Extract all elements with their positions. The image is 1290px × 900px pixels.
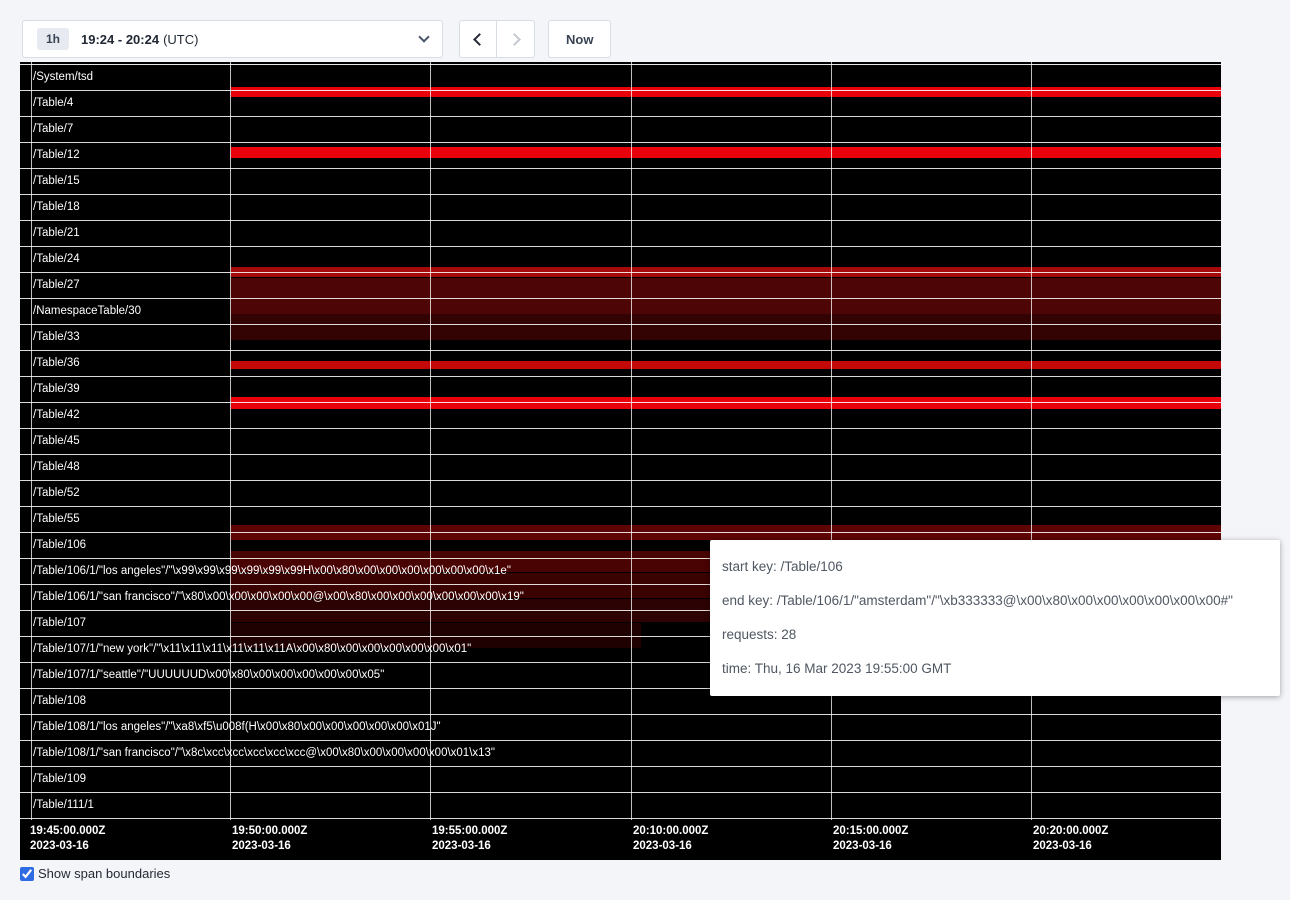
range-times: 19:24 - 20:24 xyxy=(81,32,159,47)
span-row[interactable]: /Table/55 xyxy=(20,507,1221,533)
span-row-label: /Table/7 xyxy=(20,117,73,142)
tick-date: 2023-03-16 xyxy=(1033,839,1108,854)
prev-time-button[interactable] xyxy=(459,20,497,58)
tick-time: 19:55:00.000Z xyxy=(432,824,507,839)
tick-date: 2023-03-16 xyxy=(30,839,105,854)
x-axis-tick: 20:10:00.000Z2023-03-16 xyxy=(633,824,708,854)
span-row[interactable]: /System/tsd xyxy=(20,65,1221,91)
tick-time: 19:50:00.000Z xyxy=(232,824,307,839)
tick-time: 20:10:00.000Z xyxy=(633,824,708,839)
span-row-label: /Table/4 xyxy=(20,91,73,116)
tick-date: 2023-03-16 xyxy=(232,839,307,854)
tick-time: 19:45:00.000Z xyxy=(30,824,105,839)
tooltip-line: end key: /Table/106/1/"amsterdam"/"\xb33… xyxy=(722,584,1268,618)
span-row-label: /Table/52 xyxy=(20,481,80,506)
span-row[interactable]: /Table/42 xyxy=(20,403,1221,429)
span-row[interactable]: /Table/7 xyxy=(20,117,1221,143)
span-row-label: /System/tsd xyxy=(20,65,93,90)
span-row-label: /Table/106/1/"los angeles"/"\x99\x99\x99… xyxy=(20,559,511,584)
time-toolbar: 1h 19:24 - 20:24 (UTC) Now xyxy=(22,20,611,58)
span-row-label: /Table/111/1 xyxy=(20,793,94,818)
range-preset-badge: 1h xyxy=(37,28,69,50)
chevron-left-icon xyxy=(473,33,486,46)
span-row-label: /Table/45 xyxy=(20,429,80,454)
span-row[interactable]: /Table/109 xyxy=(20,767,1221,793)
hover-tooltip: start key: /Table/106end key: /Table/106… xyxy=(710,540,1280,696)
span-row-label: /Table/21 xyxy=(20,221,80,246)
span-row-label: /Table/107/1/"seattle"/"UUUUUUD\x00\x80\… xyxy=(20,663,384,688)
key-visualizer-canvas[interactable]: /System/tsd/Table/4/Table/7/Table/12/Tab… xyxy=(20,62,1221,860)
span-row-label: /Table/42 xyxy=(20,403,80,428)
span-row-label: /Table/109 xyxy=(20,767,86,792)
chevron-right-icon xyxy=(508,33,521,46)
span-row[interactable]: /Table/48 xyxy=(20,455,1221,481)
span-row[interactable]: /Table/33 xyxy=(20,325,1221,351)
span-row-label: /NamespaceTable/30 xyxy=(20,299,141,324)
span-row[interactable]: /Table/108/1/"san francisco"/"\x8c\xcc\x… xyxy=(20,741,1221,767)
span-row-label: /Table/108/1/"los angeles"/"\xa8\xf5\u00… xyxy=(20,715,441,740)
span-row[interactable]: /Table/15 xyxy=(20,169,1221,195)
span-row[interactable]: /Table/39 xyxy=(20,377,1221,403)
x-axis-tick: 19:45:00.000Z2023-03-16 xyxy=(30,824,105,854)
now-button[interactable]: Now xyxy=(548,20,611,58)
span-row[interactable]: /Table/12 xyxy=(20,143,1221,169)
span-row[interactable]: /NamespaceTable/30 xyxy=(20,299,1221,325)
span-row-label: /Table/18 xyxy=(20,195,80,220)
span-row[interactable]: /Table/24 xyxy=(20,247,1221,273)
chevron-down-icon xyxy=(418,31,429,42)
span-row-label: /Table/33 xyxy=(20,325,80,350)
show-span-boundaries-label[interactable]: Show span boundaries xyxy=(38,866,170,881)
tick-date: 2023-03-16 xyxy=(432,839,507,854)
range-timezone: (UTC) xyxy=(163,32,198,47)
span-row[interactable]: /Table/45 xyxy=(20,429,1221,455)
span-row-label: /Table/39 xyxy=(20,377,80,402)
span-row-label: /Table/55 xyxy=(20,507,80,532)
x-axis-tick: 20:15:00.000Z2023-03-16 xyxy=(833,824,908,854)
tick-time: 20:15:00.000Z xyxy=(833,824,908,839)
time-range-selector[interactable]: 1h 19:24 - 20:24 (UTC) xyxy=(22,20,443,58)
span-row[interactable]: /Table/111/1 xyxy=(20,793,1221,819)
span-row-label: /Table/36 xyxy=(20,351,80,376)
tooltip-line: start key: /Table/106 xyxy=(722,550,1268,584)
span-row-label: /Table/107 xyxy=(20,611,86,636)
span-row[interactable]: /Table/27 xyxy=(20,273,1221,299)
range-label: 19:24 - 20:24 (UTC) xyxy=(81,32,198,47)
span-row-label: /Table/12 xyxy=(20,143,80,168)
span-row[interactable]: /Table/52 xyxy=(20,481,1221,507)
span-row-label: /Table/108 xyxy=(20,689,86,714)
footer-controls: Show span boundaries xyxy=(20,866,170,881)
tooltip-line: requests: 28 xyxy=(722,618,1268,652)
span-row[interactable]: /Table/18 xyxy=(20,195,1221,221)
tooltip-line: time: Thu, 16 Mar 2023 19:55:00 GMT xyxy=(722,652,1268,686)
span-rows: /System/tsd/Table/4/Table/7/Table/12/Tab… xyxy=(20,64,1221,819)
span-row-label: /Table/108/1/"san francisco"/"\x8c\xcc\x… xyxy=(20,741,495,766)
x-axis-tick: 19:50:00.000Z2023-03-16 xyxy=(232,824,307,854)
tick-date: 2023-03-16 xyxy=(633,839,708,854)
span-row-label: /Table/24 xyxy=(20,247,80,272)
x-axis-tick: 19:55:00.000Z2023-03-16 xyxy=(432,824,507,854)
span-row-label: /Table/106/1/"san francisco"/"\x80\x00\x… xyxy=(20,585,524,610)
span-row[interactable]: /Table/108/1/"los angeles"/"\xa8\xf5\u00… xyxy=(20,715,1221,741)
tick-time: 20:20:00.000Z xyxy=(1033,824,1108,839)
span-row[interactable]: /Table/4 xyxy=(20,91,1221,117)
next-time-button[interactable] xyxy=(497,20,535,58)
span-row-label: /Table/106 xyxy=(20,533,86,558)
time-nav-group xyxy=(459,20,535,58)
show-span-boundaries-checkbox[interactable] xyxy=(20,867,34,881)
tick-date: 2023-03-16 xyxy=(833,839,908,854)
span-row-label: /Table/107/1/"new york"/"\x11\x11\x11\x1… xyxy=(20,637,471,662)
span-row-label: /Table/15 xyxy=(20,169,80,194)
span-row[interactable]: /Table/21 xyxy=(20,221,1221,247)
span-row[interactable]: /Table/36 xyxy=(20,351,1221,377)
x-axis-tick: 20:20:00.000Z2023-03-16 xyxy=(1033,824,1108,854)
span-row-label: /Table/48 xyxy=(20,455,80,480)
span-row-label: /Table/27 xyxy=(20,273,80,298)
